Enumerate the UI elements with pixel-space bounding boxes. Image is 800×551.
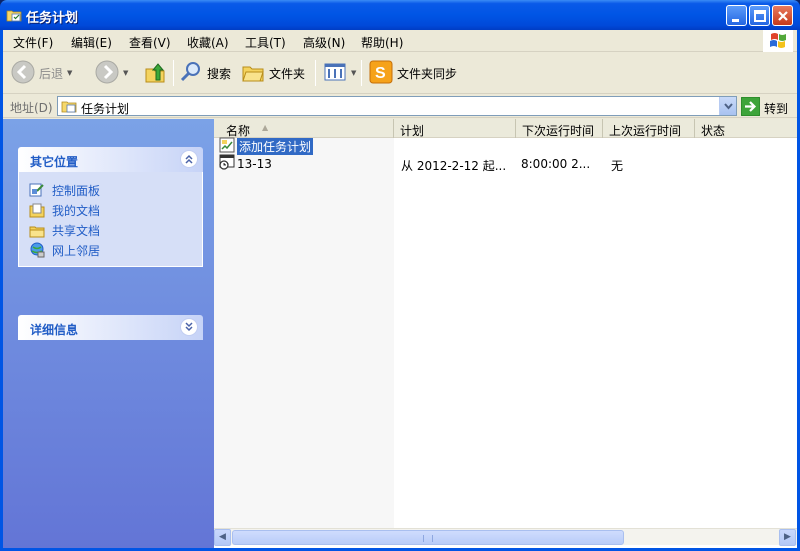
item-last-run: 无 xyxy=(611,159,624,173)
column-header-last-run[interactable]: 上次运行时间 xyxy=(603,119,695,138)
file-list-view: 名称 ▲ 计划 下次运行时间 上次运行时间 状态 添加任务计划 13-13 从 … xyxy=(214,119,797,548)
go-label: 转到 xyxy=(764,101,789,116)
link-control-panel[interactable]: 控制面板 xyxy=(29,180,202,200)
address-label: 地址(D) xyxy=(10,101,53,115)
folders-button[interactable]: 文件夹 xyxy=(241,59,305,87)
window-title: 任务计划 xyxy=(26,11,79,26)
toolbar-separator xyxy=(173,60,174,86)
other-places-panel: 其它位置 控制面板 我的文档 共享文档 网上邻居 xyxy=(18,147,203,267)
details-panel: 详细信息 xyxy=(18,315,203,340)
column-header-status[interactable]: 状态 xyxy=(695,119,797,138)
menu-advanced[interactable]: 高级(N) xyxy=(303,34,345,51)
views-icon xyxy=(323,60,347,87)
list-item[interactable]: 13-13 从 2012-2-12 起... 8:00:00 2... 无 xyxy=(214,154,797,173)
horizontal-scrollbar[interactable]: ◀ ▶ xyxy=(214,528,797,546)
menu-file[interactable]: 文件(F) xyxy=(13,34,53,51)
toolbar-separator xyxy=(315,60,316,86)
other-places-header[interactable]: 其它位置 xyxy=(18,147,203,172)
folder-sync-button[interactable]: S 文件夹同步 xyxy=(369,59,457,87)
minimize-button[interactable] xyxy=(726,5,747,26)
search-button[interactable]: 搜索 xyxy=(179,59,231,87)
task-pane: 其它位置 控制面板 我的文档 共享文档 网上邻居 详细信息 xyxy=(3,119,214,548)
forward-button[interactable]: ▼ xyxy=(95,59,128,87)
expand-chevron-icon[interactable] xyxy=(180,318,198,336)
address-bar: 地址(D) 任务计划 转到 xyxy=(3,94,797,118)
column-header-next-run[interactable]: 下次运行时间 xyxy=(516,119,603,138)
folders-label: 文件夹 xyxy=(269,66,306,81)
item-next-run: 8:00:00 2... xyxy=(521,157,591,171)
menu-view[interactable]: 查看(V) xyxy=(129,34,171,51)
sorted-column-shade xyxy=(214,138,394,528)
windows-logo-icon xyxy=(763,30,793,52)
menu-help[interactable]: 帮助(H) xyxy=(361,34,403,51)
item-schedule: 从 2012-2-12 起... xyxy=(401,159,507,173)
forward-arrow-icon xyxy=(95,60,119,87)
other-places-title: 其它位置 xyxy=(30,155,79,169)
folder-sync-icon: S xyxy=(369,60,393,87)
maximize-button[interactable] xyxy=(749,5,770,26)
search-label: 搜索 xyxy=(207,66,232,81)
menu-edit[interactable]: 编辑(E) xyxy=(71,34,112,51)
up-folder-button[interactable] xyxy=(143,59,167,87)
list-area[interactable]: 添加任务计划 13-13 从 2012-2-12 起... 8:00:00 2.… xyxy=(214,137,797,528)
link-my-documents[interactable]: 我的文档 xyxy=(29,200,202,220)
folders-icon xyxy=(241,60,265,87)
scheduled-tasks-folder-icon xyxy=(6,7,22,23)
details-header[interactable]: 详细信息 xyxy=(18,315,203,340)
details-title: 详细信息 xyxy=(30,323,79,337)
menu-bar: 文件(F) 编辑(E) 查看(V) 收藏(A) 工具(T) 高级(N) 帮助(H… xyxy=(3,30,797,52)
scroll-right-button[interactable]: ▶ xyxy=(779,529,796,546)
svg-text:S: S xyxy=(375,65,386,82)
views-dropdown-icon[interactable]: ▼ xyxy=(351,69,356,77)
list-item[interactable]: 添加任务计划 xyxy=(214,137,797,155)
forward-dropdown-icon[interactable]: ▼ xyxy=(123,69,128,77)
title-bar[interactable]: 任务计划 xyxy=(0,0,800,30)
toolbar-separator xyxy=(361,60,362,86)
back-label: 后退 xyxy=(39,66,64,81)
back-dropdown-icon[interactable]: ▼ xyxy=(67,69,72,77)
go-arrow-icon xyxy=(740,96,761,119)
window-frame: 文件(F) 编辑(E) 查看(V) 收藏(A) 工具(T) 高级(N) 帮助(H… xyxy=(0,30,800,551)
item-name[interactable]: 添加任务计划 xyxy=(219,137,314,155)
my-documents-icon xyxy=(29,202,45,218)
column-header-name[interactable]: 名称 xyxy=(214,119,394,138)
back-button[interactable]: 后退 ▼ xyxy=(11,59,72,87)
go-button[interactable]: 转到 xyxy=(740,96,789,119)
shared-folder-icon xyxy=(29,222,45,238)
scroll-thumb[interactable] xyxy=(232,530,624,545)
back-arrow-icon xyxy=(11,60,35,87)
address-dropdown-button[interactable] xyxy=(719,97,736,115)
link-shared-documents[interactable]: 共享文档 xyxy=(29,220,202,240)
toolbar: 后退 ▼ ▼ 搜索 文件夹 ▼ S 文件夹同步 xyxy=(3,52,797,94)
address-input[interactable]: 任务计划 xyxy=(57,96,737,116)
up-folder-icon xyxy=(143,60,167,87)
network-places-icon xyxy=(29,242,45,258)
control-panel-icon xyxy=(29,182,45,198)
close-button[interactable] xyxy=(772,5,793,26)
views-button[interactable]: ▼ xyxy=(323,59,356,87)
link-network-places[interactable]: 网上邻居 xyxy=(29,240,202,260)
scheduled-tasks-folder-icon xyxy=(61,98,77,117)
search-icon xyxy=(179,60,203,87)
column-header-schedule[interactable]: 计划 xyxy=(394,119,516,138)
sort-ascending-icon: ▲ xyxy=(262,123,269,132)
column-headers: 名称 ▲ 计划 下次运行时间 上次运行时间 状态 xyxy=(214,119,797,138)
menu-favorites[interactable]: 收藏(A) xyxy=(187,34,229,51)
folder-sync-label: 文件夹同步 xyxy=(397,66,458,81)
scheduled-task-icon xyxy=(219,154,235,173)
item-name[interactable]: 13-13 xyxy=(219,154,272,173)
collapse-chevron-icon[interactable] xyxy=(180,150,198,168)
address-value: 任务计划 xyxy=(81,102,130,116)
menu-tools[interactable]: 工具(T) xyxy=(245,34,286,51)
other-places-body: 控制面板 我的文档 共享文档 网上邻居 xyxy=(18,172,203,267)
scroll-left-button[interactable]: ◀ xyxy=(214,529,231,546)
